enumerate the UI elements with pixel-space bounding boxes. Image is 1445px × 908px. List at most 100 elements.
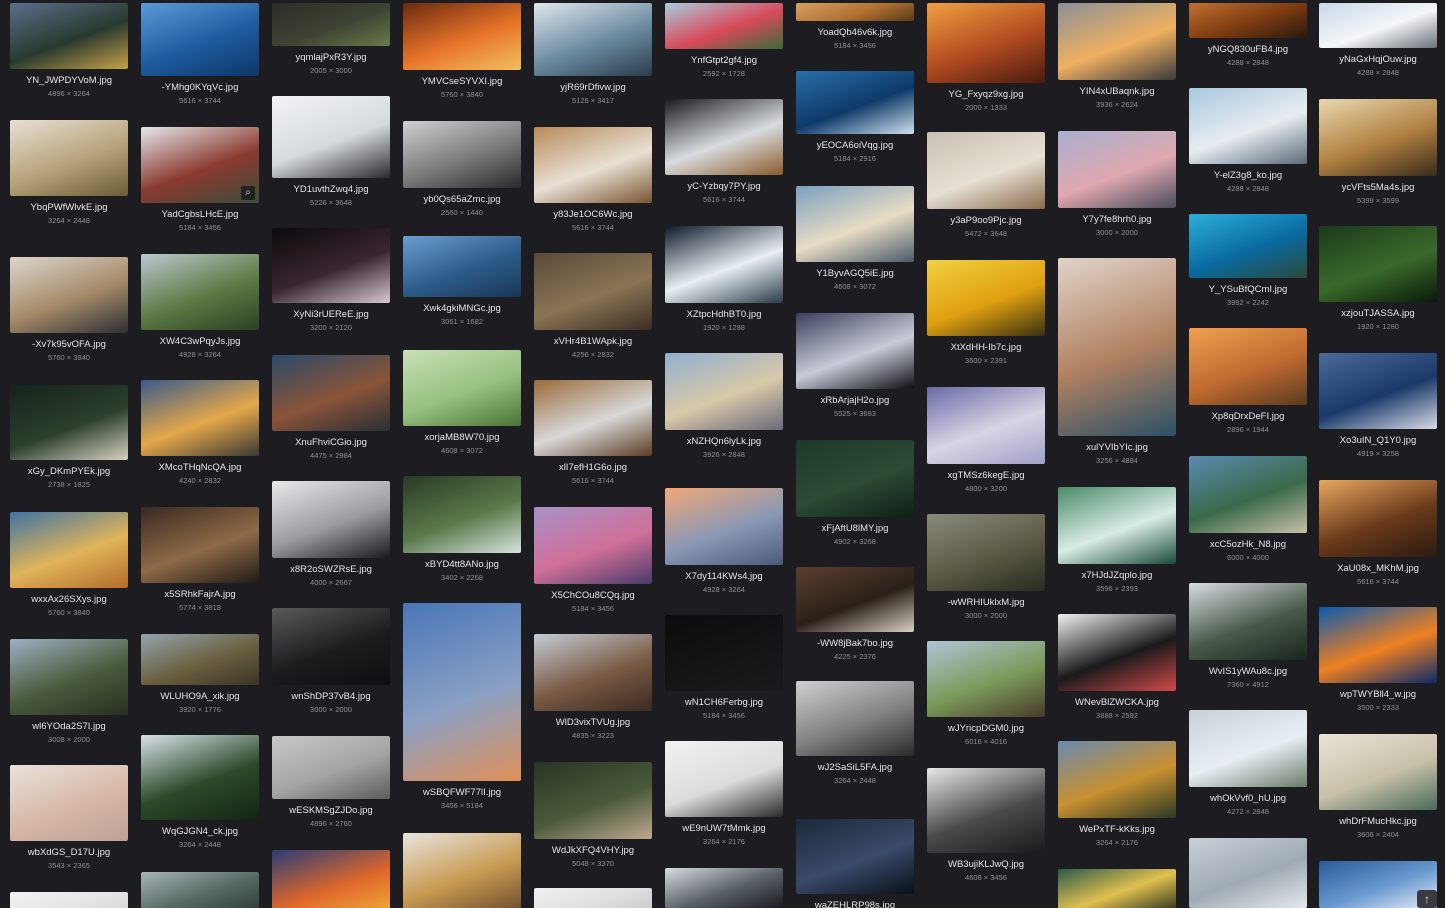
image-thumbnail[interactable] (272, 3, 390, 46)
image-thumbnail[interactable] (534, 507, 652, 584)
image-thumbnail[interactable] (272, 228, 390, 303)
image-thumbnail[interactable] (534, 253, 652, 330)
image-thumbnail[interactable] (403, 236, 521, 297)
image-thumbnail[interactable] (796, 567, 914, 632)
image-thumbnail[interactable] (1189, 710, 1307, 787)
image-thumbnail[interactable] (1319, 226, 1437, 302)
image-thumbnail[interactable] (1189, 583, 1307, 660)
image-thumbnail[interactable] (272, 850, 390, 908)
image-thumbnail[interactable] (10, 385, 128, 460)
image-thumbnail[interactable] (1319, 99, 1437, 176)
image-dimensions: 3008 × 2000 (48, 735, 90, 744)
image-thumbnail[interactable] (1319, 353, 1437, 429)
image-thumbnail[interactable] (796, 313, 914, 389)
image-thumbnail[interactable] (403, 121, 521, 188)
image-thumbnail[interactable] (665, 3, 783, 49)
image-thumbnail[interactable] (796, 71, 914, 134)
image-thumbnail[interactable] (1189, 328, 1307, 405)
image-thumbnail[interactable] (665, 741, 783, 817)
image-filename: wE9nUW7tMmk.jpg (682, 823, 766, 834)
image-thumbnail[interactable] (1058, 487, 1176, 564)
image-thumbnail[interactable] (1319, 734, 1437, 810)
image-thumbnail[interactable] (1058, 614, 1176, 691)
image-filename: xBYD4tt8ANo.jpg (425, 559, 499, 570)
image-thumbnail[interactable] (10, 512, 128, 588)
image-thumbnail[interactable] (1319, 3, 1437, 48)
image-filename: Y1ByvAGQ5iE.jpg (816, 268, 894, 279)
image-thumbnail[interactable] (141, 380, 259, 456)
image-dimensions: 3000 × 2000 (1096, 228, 1138, 237)
image-thumbnail[interactable] (141, 507, 259, 583)
scroll-to-top-button[interactable]: ↑ (1417, 890, 1437, 908)
image-thumbnail[interactable] (534, 762, 652, 839)
image-thumbnail[interactable] (796, 819, 914, 894)
image-thumbnail[interactable] (534, 888, 652, 908)
image-thumbnail[interactable] (1319, 607, 1437, 683)
image-thumbnail[interactable] (141, 872, 259, 908)
image-thumbnail[interactable] (272, 96, 390, 178)
image-thumbnail[interactable] (796, 3, 914, 21)
image-thumbnail[interactable] (1058, 258, 1176, 436)
image-thumbnail[interactable] (272, 481, 390, 558)
image-thumbnail[interactable] (665, 868, 783, 908)
image-thumbnail[interactable] (1189, 214, 1307, 278)
image-thumbnail[interactable] (403, 833, 521, 908)
image-thumbnail[interactable] (1189, 838, 1307, 908)
image-thumbnail[interactable] (665, 615, 783, 691)
image-dimensions: 2005 × 3000 (310, 66, 352, 75)
image-thumbnail[interactable] (1058, 131, 1176, 208)
image-thumbnail[interactable] (796, 681, 914, 756)
image-thumbnail[interactable] (1058, 741, 1176, 818)
image-thumbnail[interactable] (272, 355, 390, 431)
image-thumbnail[interactable] (403, 3, 521, 70)
image-thumbnail[interactable] (10, 765, 128, 841)
image-thumbnail[interactable] (927, 387, 1045, 464)
image-thumbnail[interactable] (10, 257, 128, 333)
image-thumbnail[interactable] (927, 768, 1045, 853)
image-thumbnail[interactable] (927, 260, 1045, 336)
image-thumbnail[interactable] (534, 380, 652, 456)
image-dimensions: 4896 × 2760 (310, 819, 352, 828)
image-thumbnail[interactable] (1319, 480, 1437, 557)
image-thumbnail[interactable] (927, 3, 1045, 83)
image-thumbnail[interactable] (796, 440, 914, 517)
image-dimensions: 5184 × 3456 (572, 604, 614, 613)
image-thumbnail[interactable] (927, 641, 1045, 717)
magnifier-icon[interactable]: ⌕ (241, 186, 255, 200)
image-thumbnail[interactable] (10, 3, 128, 69)
image-dimensions: 3606 × 2404 (1357, 830, 1399, 839)
image-dimensions: 5616 × 3744 (1357, 577, 1399, 586)
image-thumbnail[interactable] (665, 226, 783, 303)
image-thumbnail[interactable] (1058, 3, 1176, 80)
image-thumbnail[interactable] (1189, 456, 1307, 533)
image-filename: X7dy114KWs4.jpg (685, 571, 763, 582)
image-thumbnail[interactable] (534, 127, 652, 203)
image-thumbnail[interactable] (665, 488, 783, 565)
image-thumbnail[interactable] (10, 639, 128, 715)
image-thumbnail[interactable] (141, 254, 259, 330)
image-thumbnail[interactable] (927, 514, 1045, 591)
image-thumbnail[interactable] (1189, 88, 1307, 164)
image-dimensions: 5760 × 3840 (48, 353, 90, 362)
image-thumbnail[interactable] (665, 353, 783, 430)
image-thumbnail[interactable] (403, 603, 521, 781)
image-thumbnail[interactable] (403, 350, 521, 426)
image-thumbnail[interactable] (141, 3, 259, 76)
image-thumbnail[interactable] (1189, 3, 1307, 38)
image-thumbnail[interactable] (403, 476, 521, 553)
image-thumbnail[interactable] (1058, 869, 1176, 908)
image-thumbnail[interactable] (10, 120, 128, 196)
image-filename: xFjAftU8lMY.jpg (821, 523, 889, 534)
image-thumbnail[interactable] (10, 892, 128, 908)
image-thumbnail[interactable] (272, 608, 390, 685)
image-thumbnail[interactable] (927, 132, 1045, 209)
image-dimensions: 6016 × 4016 (965, 737, 1007, 746)
image-thumbnail[interactable] (665, 99, 783, 175)
image-thumbnail[interactable] (796, 186, 914, 262)
image-thumbnail[interactable] (534, 3, 652, 76)
image-thumbnail[interactable] (141, 634, 259, 685)
image-thumbnail[interactable] (272, 736, 390, 799)
image-thumbnail[interactable] (141, 735, 259, 820)
image-thumbnail[interactable] (534, 634, 652, 711)
image-filename: YbqPWfWlvkE.jpg (30, 202, 108, 213)
